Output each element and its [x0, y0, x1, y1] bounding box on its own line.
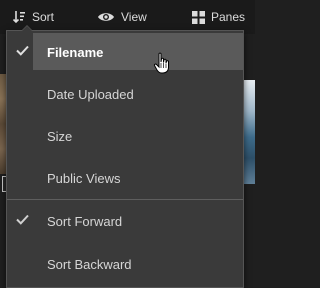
- menu-item-label: Public Views: [47, 170, 121, 186]
- panes-label: Panes: [211, 10, 246, 24]
- toolbar: Sort View Panes: [0, 0, 255, 34]
- eye-icon: [97, 11, 115, 23]
- view-button[interactable]: View: [97, 0, 147, 34]
- sort-label: Sort: [32, 10, 55, 24]
- menu-item-sort-forward[interactable]: Sort Forward: [7, 200, 243, 242]
- panes-button[interactable]: Panes: [192, 0, 245, 34]
- sort-menu: Filename Date Uploaded Size Public Views…: [6, 25, 244, 288]
- menu-item-public-views[interactable]: Public Views: [7, 157, 243, 199]
- menu-item-date-uploaded[interactable]: Date Uploaded: [7, 73, 243, 115]
- menu-item-label: Size: [47, 128, 73, 144]
- menu-item-label: Sort Backward: [47, 256, 132, 272]
- menu-item-sort-backward[interactable]: Sort Backward: [7, 243, 243, 285]
- menu-item-label: Sort Forward: [47, 213, 123, 229]
- menu-item-label: Date Uploaded: [47, 86, 134, 102]
- grid-icon: [192, 10, 205, 24]
- checkmark-icon: [16, 44, 29, 59]
- menu-item-filename[interactable]: Filename: [7, 31, 243, 73]
- menu-item-label: Filename: [47, 44, 104, 60]
- photo-thumbnail-right[interactable]: [244, 80, 255, 184]
- sort-icon: [12, 10, 26, 24]
- menu-item-size[interactable]: Size: [7, 115, 243, 157]
- checkmark-icon: [16, 213, 29, 228]
- sort-button[interactable]: Sort: [12, 0, 54, 34]
- view-label: View: [121, 10, 147, 24]
- hand-pointer-icon: [153, 52, 173, 81]
